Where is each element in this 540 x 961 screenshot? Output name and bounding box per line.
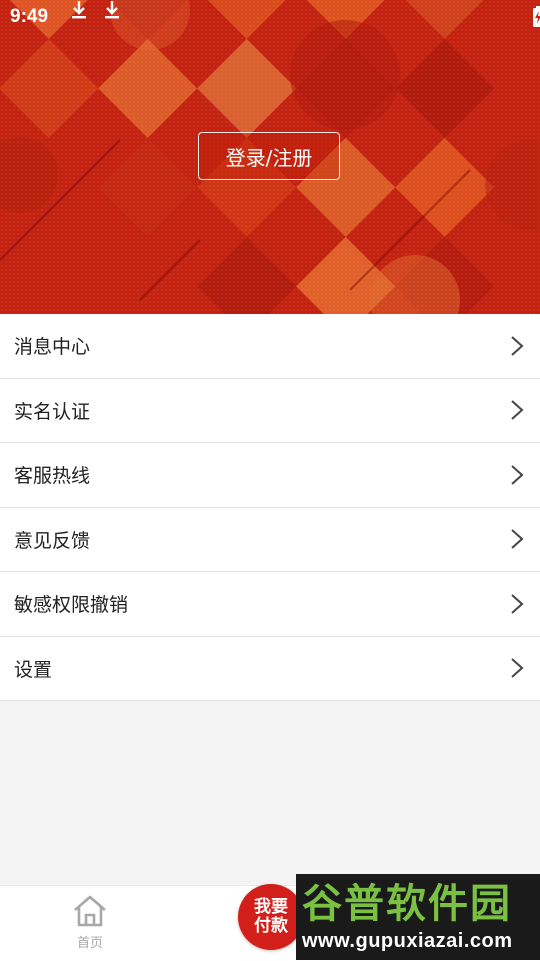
menu-item-feedback[interactable]: 意见反馈 [0,508,540,572]
battery-charging-icon [533,6,540,27]
menu-list: 消息中心 实名认证 客服热线 意见反馈 敏感权限撤销 设置 [0,314,540,701]
chevron-right-icon [511,465,524,485]
header-banner: 9:49 登录/注册 [0,0,540,314]
watermark: 谷普软件园 www.gupuxiazai.com [296,874,540,960]
menu-item-service-hotline[interactable]: 客服热线 [0,443,540,508]
status-bar: 9:49 [0,0,540,36]
chevron-right-icon [511,658,524,678]
chevron-right-icon [511,594,524,614]
pay-button-line1: 我要 [254,897,288,917]
watermark-url: www.gupuxiazai.com [302,930,513,952]
home-icon [74,895,106,927]
watermark-title: 谷普软件园 [302,881,512,927]
tab-home[interactable]: 首页 [62,894,118,951]
menu-item-label: 客服热线 [14,465,91,488]
menu-item-label: 意见反馈 [14,529,91,552]
chevron-right-icon [511,336,524,356]
menu-item-real-name-auth[interactable]: 实名认证 [0,379,540,443]
menu-item-settings[interactable]: 设置 [0,637,540,701]
pay-button[interactable]: 我要 付款 [238,884,304,950]
menu-item-permission-revoke[interactable]: 敏感权限撤销 [0,572,540,637]
download-icon [72,1,86,19]
download-icon [105,1,119,19]
menu-item-label: 设置 [14,658,53,681]
pay-button-line2: 付款 [254,916,288,936]
login-register-button[interactable]: 登录/注册 [198,132,340,180]
tab-home-label: 首页 [76,936,103,951]
menu-item-message-center[interactable]: 消息中心 [0,314,540,379]
menu-item-label: 敏感权限撤销 [14,594,129,617]
chevron-right-icon [511,529,524,549]
status-time: 9:49 [10,6,49,27]
menu-item-label: 实名认证 [14,400,91,423]
chevron-right-icon [511,400,524,420]
menu-item-label: 消息中心 [14,336,91,359]
